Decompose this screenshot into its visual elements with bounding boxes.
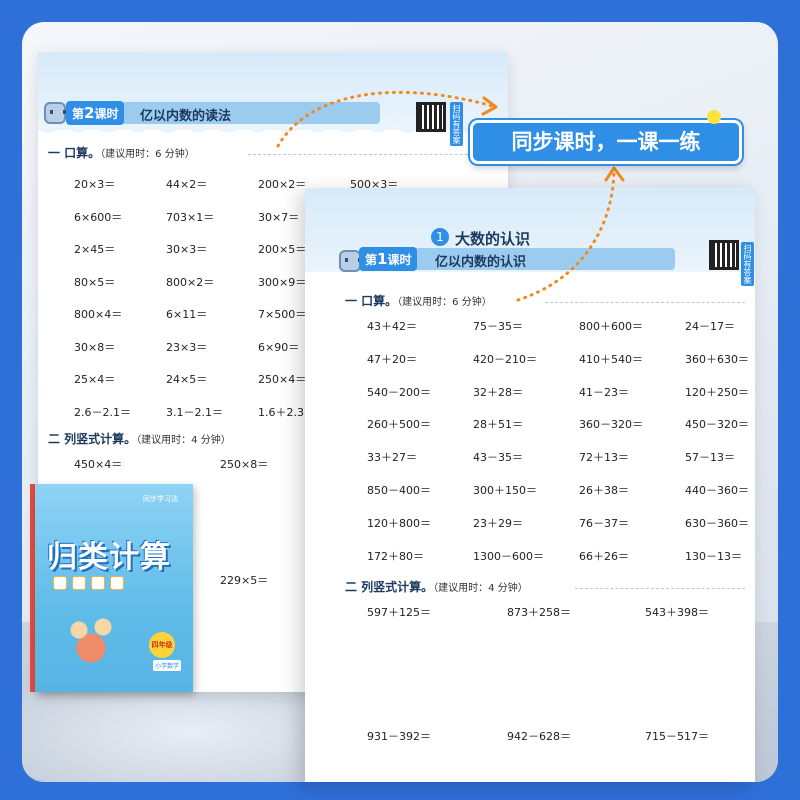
arrow-path-top [276, 90, 494, 148]
callout-banner: 同步课时，一课一练 [470, 120, 742, 164]
highlight-dot [707, 110, 721, 124]
arrow-path-bottom [516, 170, 616, 302]
